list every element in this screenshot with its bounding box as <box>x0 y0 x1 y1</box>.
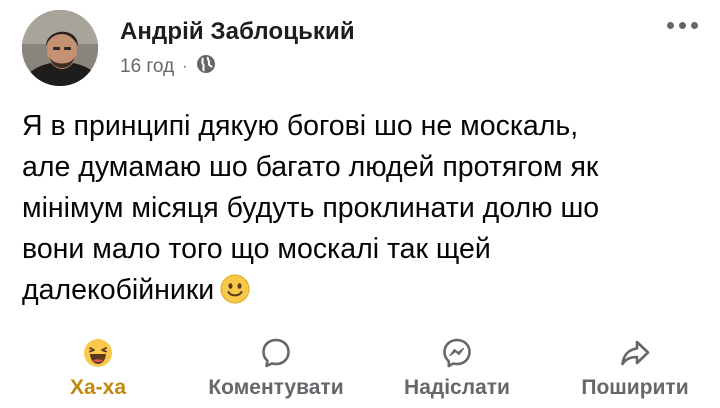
comment-button[interactable]: Коментувати <box>187 338 365 408</box>
dot-icon <box>679 22 686 29</box>
smiling-face-emoji-icon <box>220 274 250 304</box>
share-label: Поширити <box>581 376 689 399</box>
messenger-icon <box>441 337 473 374</box>
haha-icon <box>83 338 113 373</box>
share-arrow-icon <box>619 337 651 374</box>
author-name[interactable]: Андрій Заблоцький <box>120 18 355 46</box>
share-button[interactable]: Поширити <box>566 338 704 408</box>
post-body: Я в принципі дякую богові шо не москаль,… <box>22 106 702 311</box>
more-options-button[interactable] <box>667 22 698 29</box>
post-meta: 16 год · <box>120 54 216 80</box>
haha-reaction-label: Ха-ха <box>69 376 127 399</box>
post-timestamp[interactable]: 16 год <box>120 56 174 78</box>
dot-icon <box>691 22 698 29</box>
avatar[interactable] <box>22 10 98 86</box>
post-header: Андрій Заблоцький 16 год · <box>22 10 720 90</box>
haha-reaction-button[interactable]: Ха-ха <box>52 338 144 408</box>
send-label: Надіслати <box>404 376 510 399</box>
meta-separator: · <box>182 58 188 75</box>
post-text: Я в принципі дякую богові шо не москаль,… <box>22 110 600 306</box>
globe-icon <box>196 54 216 80</box>
post-action-bar: Ха-ха Коментувати Надіслати Поширити <box>0 338 720 408</box>
comment-label: Коментувати <box>208 376 344 399</box>
comment-icon <box>260 337 292 374</box>
dot-icon <box>667 22 674 29</box>
send-button[interactable]: Надіслати <box>388 338 526 408</box>
